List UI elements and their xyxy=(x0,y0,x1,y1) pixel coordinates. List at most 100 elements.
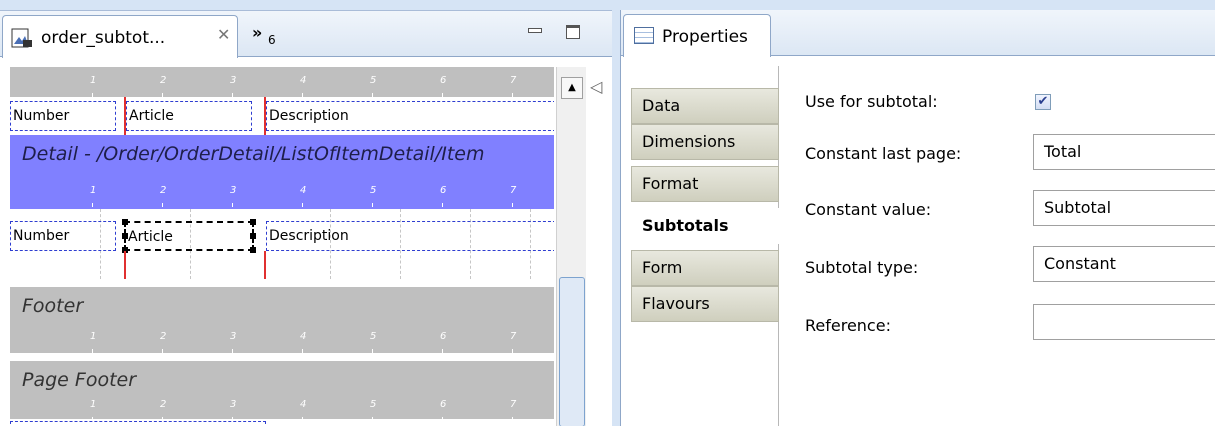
ruler-tick-label: 5 xyxy=(370,331,377,342)
maximize-icon[interactable] xyxy=(566,25,580,39)
ruler-tick-mark xyxy=(442,203,443,207)
detail-field-number-label: Number xyxy=(13,228,70,244)
ruler-tick-mark xyxy=(302,93,303,97)
resize-handle[interactable] xyxy=(122,219,128,225)
report-file-icon xyxy=(11,28,32,48)
ruler-tick-mark xyxy=(92,203,93,207)
subtotal-type-field[interactable]: Constant xyxy=(1033,246,1215,282)
constant-last-page-field[interactable]: Total xyxy=(1033,134,1215,170)
detail-band[interactable]: Detail - /Order/OrderDetail/ListOfItemDe… xyxy=(10,135,554,209)
editor-tab-order-subtotal[interactable]: order_subtot... ✕ xyxy=(2,15,238,58)
ruler-tick-mark xyxy=(512,349,513,353)
resize-handle[interactable] xyxy=(122,233,128,239)
minimize-icon[interactable] xyxy=(528,28,542,33)
resize-handle[interactable] xyxy=(250,247,256,253)
header-field-number-label: Number xyxy=(13,108,70,124)
footer-band-title: Footer xyxy=(22,295,84,317)
tab-overflow-count: 6 xyxy=(268,33,276,47)
editor-tab-bar: order_subtot... ✕ » 6 xyxy=(0,11,612,58)
ruler-detail: 1 2 3 4 5 6 7 xyxy=(10,177,554,207)
ruler-tick-label: 3 xyxy=(230,185,237,196)
collapse-panel-icon[interactable]: ◁ xyxy=(590,77,602,96)
use-for-subtotal-label: Use for subtotal: xyxy=(805,92,938,111)
scroll-thumb[interactable] xyxy=(559,277,585,426)
properties-tab-title: Properties xyxy=(662,27,748,47)
ruler-tick-label: 6 xyxy=(440,75,447,86)
page-footer-band-title: Page Footer xyxy=(22,369,137,391)
resize-handle[interactable] xyxy=(250,219,256,225)
ruler-tick-label: 7 xyxy=(510,399,517,410)
ruler-tick-label: 2 xyxy=(160,75,167,86)
scroll-up-icon[interactable]: ▲ xyxy=(561,77,583,99)
editor-tab-title: order_subtot... xyxy=(41,28,166,48)
constant-value-label: Constant value: xyxy=(805,200,932,219)
constant-last-page-label: Constant last page: xyxy=(805,144,962,163)
ruler-tick-mark xyxy=(162,349,163,353)
constant-value-field[interactable]: Subtotal xyxy=(1033,190,1215,226)
ruler-footer: 1 2 3 4 5 6 7 xyxy=(10,323,554,353)
ruler-tick-mark xyxy=(302,203,303,207)
ruler-tick-label: 7 xyxy=(510,331,517,342)
ruler-tick-label: 2 xyxy=(160,331,167,342)
properties-icon xyxy=(634,27,654,44)
side-tab-dimensions[interactable]: Dimensions xyxy=(631,124,779,160)
header-field-article[interactable]: Article xyxy=(126,101,252,131)
side-tab-data[interactable]: Data xyxy=(631,88,779,124)
ruler-tick-label: 4 xyxy=(300,399,307,410)
properties-pane: Properties Data Dimensions Format Subtot… xyxy=(620,10,1215,426)
use-for-subtotal-checkbox[interactable]: ✔ xyxy=(1035,94,1051,110)
ruler-tick-mark xyxy=(302,417,303,421)
ruler-tick-mark xyxy=(162,203,163,207)
ruler-tick-label: 3 xyxy=(230,399,237,410)
ruler-tick-label: 5 xyxy=(370,185,377,196)
ruler-tick-mark xyxy=(372,203,373,207)
header-field-article-label: Article xyxy=(129,108,174,124)
reference-field[interactable] xyxy=(1033,304,1215,340)
detail-field-description-label: Description xyxy=(269,228,349,244)
ruler-tick-label: 1 xyxy=(90,331,97,342)
ruler-tick-label: 1 xyxy=(90,185,97,196)
ruler-tick-mark xyxy=(302,349,303,353)
column-marker xyxy=(124,251,126,279)
close-icon[interactable]: ✕ xyxy=(217,25,230,44)
side-tab-flavours[interactable]: Flavours xyxy=(631,286,779,322)
side-tab-form[interactable]: Form xyxy=(631,250,779,286)
detail-field-number[interactable]: Number xyxy=(10,221,116,251)
ruler-tick-mark xyxy=(92,93,93,97)
ruler-tick-label: 6 xyxy=(440,399,447,410)
ruler-tick-mark xyxy=(372,417,373,421)
column-marker xyxy=(124,97,126,135)
page-footer-band[interactable]: Page Footer 1 2 3 4 5 6 7 xyxy=(10,361,554,421)
vertical-scrollbar[interactable]: ▲ xyxy=(556,67,586,426)
ruler-tick-mark xyxy=(232,349,233,353)
ruler-tick-label: 6 xyxy=(440,331,447,342)
ruler-tick-mark xyxy=(232,203,233,207)
header-field-number[interactable]: Number xyxy=(10,101,116,131)
report-design-canvas[interactable]: 1 2 3 4 5 6 7 Number Article Description Detai… xyxy=(10,67,554,426)
ruler-tick-mark xyxy=(512,203,513,207)
properties-side-tabs: Data Dimensions Format Subtotals Form Fl… xyxy=(631,66,779,426)
header-field-description-label: Description xyxy=(269,108,349,124)
ruler-tick-label: 7 xyxy=(510,75,517,86)
detail-band-title: Detail - /Order/OrderDetail/ListOfItemDe… xyxy=(22,143,485,165)
report-editor-pane: order_subtot... ✕ » 6 1 2 3 4 5 6 7 Number Art… xyxy=(0,10,612,426)
ruler-tick-label: 2 xyxy=(160,399,167,410)
ruler-tick-label: 3 xyxy=(230,331,237,342)
ruler-tick-label: 1 xyxy=(90,399,97,410)
header-field-description[interactable]: Description xyxy=(266,101,554,131)
side-tab-subtotals[interactable]: Subtotals xyxy=(631,208,779,244)
checkmark-icon: ✔ xyxy=(1037,94,1049,109)
page-footer-field[interactable] xyxy=(10,421,266,426)
ruler-tick-mark xyxy=(162,93,163,97)
ruler-tick-mark xyxy=(232,93,233,97)
resize-handle[interactable] xyxy=(250,233,256,239)
tab-overflow-icon[interactable]: » xyxy=(252,23,262,42)
side-tab-format[interactable]: Format xyxy=(631,166,779,202)
footer-band[interactable]: Footer 1 2 3 4 5 6 7 xyxy=(10,287,554,353)
detail-field-article-selected[interactable]: Article xyxy=(122,219,256,253)
detail-field-article-label: Article xyxy=(128,229,173,245)
ruler-tick-mark xyxy=(442,93,443,97)
detail-field-description[interactable]: Description xyxy=(266,221,554,251)
ruler-tick-mark xyxy=(92,349,93,353)
tab-properties[interactable]: Properties xyxy=(623,14,771,57)
